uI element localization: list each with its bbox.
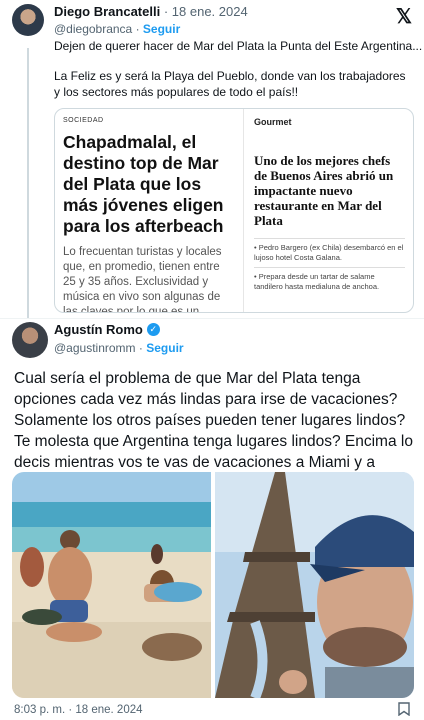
quoted-handle[interactable]: @diegobranca: [54, 22, 132, 36]
separator: ·: [163, 4, 169, 19]
verified-badge-icon: ✓: [146, 323, 160, 336]
main-follow-button[interactable]: Seguir: [146, 341, 183, 355]
eiffel-selfie-photo[interactable]: [215, 472, 414, 698]
article-body: Lo frecuentan turistas y locales que, en…: [63, 246, 222, 313]
main-author-avatar[interactable]: [12, 322, 48, 358]
article-bullet-2: • Prepara desde un tartar de salame tand…: [254, 267, 405, 292]
beach-photo[interactable]: [12, 472, 211, 698]
main-handle-row: @agustinromm · Seguir: [54, 341, 184, 355]
main-header: Agustín Romo ✓: [54, 322, 160, 337]
tweet-timestamp[interactable]: 8:03 p. m. · 18 ene. 2024: [14, 704, 143, 716]
quoted-author-name[interactable]: Diego Brancatelli: [54, 4, 160, 19]
quoted-text-line1: Dejen de querer hacer de Mar del Plata l…: [54, 39, 423, 53]
x-logo[interactable]: 𝕏: [396, 4, 412, 29]
divider: [0, 318, 424, 319]
separator: ·: [138, 341, 143, 355]
bookmark-icon[interactable]: [398, 702, 410, 720]
article-right-headline: Uno de los mejores chefs de Buenos Aires…: [254, 153, 394, 228]
separator: ·: [135, 22, 140, 36]
main-author-name[interactable]: Agustín Romo: [54, 322, 143, 337]
main-handle[interactable]: @agustinromm: [54, 341, 136, 355]
quoted-author-avatar[interactable]: [12, 4, 44, 36]
quoted-article-image[interactable]: SOCIEDAD Chapadmalal, el destino top de …: [54, 108, 414, 313]
article-headline: Chapadmalal, el destino top de Mar del P…: [63, 132, 224, 236]
article-left-panel: SOCIEDAD Chapadmalal, el destino top de …: [55, 109, 243, 313]
thread-line: [27, 48, 29, 318]
quoted-handle-row: @diegobranca · Seguir: [54, 22, 180, 36]
quoted-text-paragraph: La Feliz es y será la Playa del Pueblo, …: [54, 69, 406, 99]
quoted-header: Diego Brancatelli · 18 ene. 2024: [54, 4, 248, 19]
quoted-follow-button[interactable]: Seguir: [143, 22, 180, 36]
article-bullet-1: • Pedro Bargero (ex Chila) desembarcó en…: [254, 238, 405, 263]
quoted-date[interactable]: 18 ene. 2024: [172, 4, 248, 19]
article-right-section: Gourmet: [254, 117, 292, 127]
article-right-panel: Gourmet Uno de los mejores chefs de Buen…: [243, 109, 413, 312]
media-grid: [12, 472, 414, 698]
article-section-tag: SOCIEDAD: [63, 117, 104, 124]
